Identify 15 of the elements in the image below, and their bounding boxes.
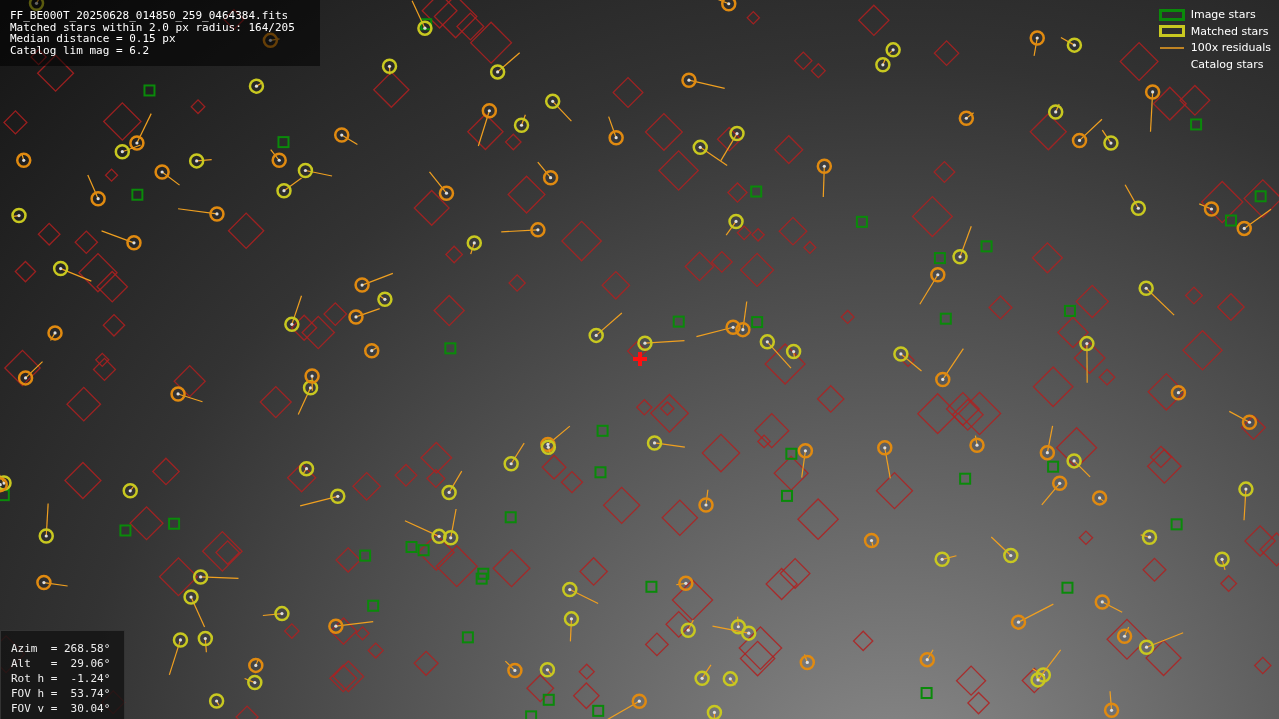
info-text: Catalog lim mag = 6.2 [10, 44, 151, 56]
legend-swatch-icon [1158, 25, 1185, 38]
legend-label: 100x residuals [1190, 41, 1271, 55]
pointing-text: Azim = 268.58° [11, 641, 112, 656]
pointing-text: FOV h = 53.74° [11, 686, 112, 701]
pointing-text: Rot h = -1.24° [11, 671, 112, 686]
legend-swatch-icon [1158, 8, 1185, 21]
legend-label: Image stars [1190, 8, 1256, 22]
info-text: Matched stars within 2.0 px radius: 164/205 [10, 21, 296, 33]
legend-label: Matched stars [1190, 24, 1269, 38]
info-text: Median distance = 0.15 px [10, 33, 176, 45]
info-text: FF_BE000T_20250628_014850_259_0464384.fits [10, 10, 290, 22]
legend-label: Catalog stars [1190, 57, 1264, 71]
pointing-text: Alt = 29.06° [11, 656, 112, 671]
pointing-text: FOV v = 30.04° [11, 701, 112, 716]
